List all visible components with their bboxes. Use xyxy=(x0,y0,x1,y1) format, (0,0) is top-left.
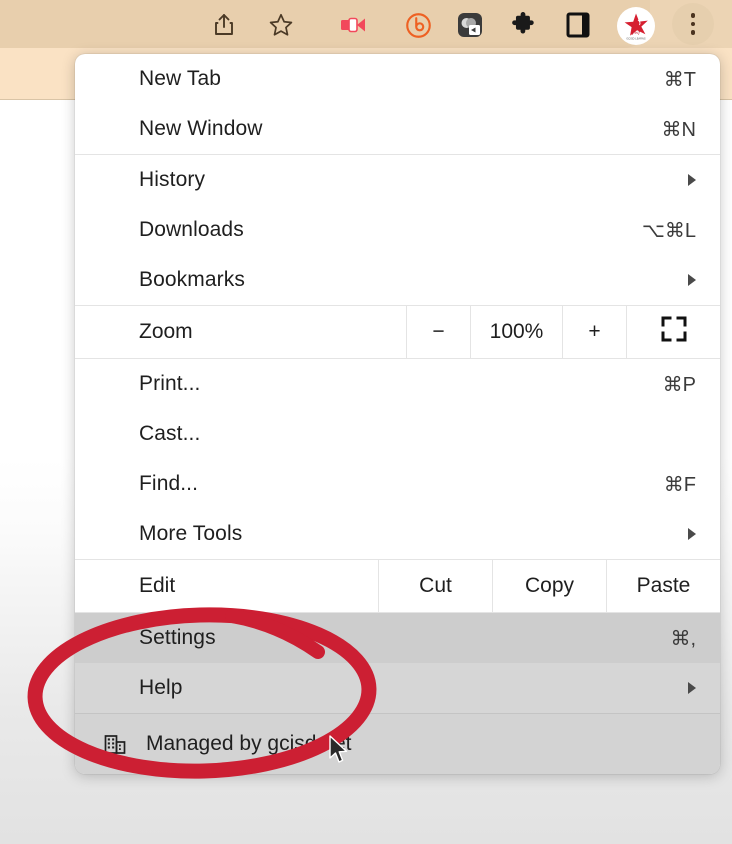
omnibox-pill[interactable] xyxy=(0,0,650,48)
menu-section-browse: History Downloads ⌥⌘L Bookmarks xyxy=(75,154,720,305)
menu-item-label: Bookmarks xyxy=(139,268,245,291)
fullscreen-icon xyxy=(660,315,688,349)
menu-item-bookmarks[interactable]: Bookmarks xyxy=(75,255,720,305)
menu-item-shortcut: ⌘F xyxy=(663,473,696,496)
side-panel-icon[interactable] xyxy=(563,10,593,40)
browser-toolbar: pwf GCISD LEARNS xyxy=(0,0,732,48)
bitly-icon[interactable] xyxy=(403,10,433,40)
menu-item-new-window[interactable]: New Window ⌘N xyxy=(75,104,720,154)
chevron-right-icon xyxy=(688,174,696,186)
zoom-label: Zoom xyxy=(139,320,193,343)
menu-item-label: Cast... xyxy=(139,422,201,445)
bookmark-star-icon[interactable] xyxy=(266,10,296,40)
menu-item-label: New Window xyxy=(139,117,263,140)
menu-item-print[interactable]: Print... ⌘P xyxy=(75,359,720,409)
menu-item-find[interactable]: Find... ⌘F xyxy=(75,459,720,509)
menu-item-more-tools[interactable]: More Tools xyxy=(75,509,720,559)
zoom-in-button[interactable]: + xyxy=(562,306,626,358)
svg-text:GCISD LEARNS: GCISD LEARNS xyxy=(626,37,646,41)
menu-section-zoom: Zoom − 100% + xyxy=(75,305,720,358)
menu-section-edit: Edit Cut Copy Paste xyxy=(75,559,720,612)
chrome-main-menu[interactable]: New Tab ⌘T New Window ⌘N History Downloa… xyxy=(75,54,720,774)
profile-avatar-icon[interactable]: pwf GCISD LEARNS xyxy=(617,7,655,45)
zoom-row: Zoom − 100% + xyxy=(75,306,720,358)
menu-section-new: New Tab ⌘T New Window ⌘N xyxy=(75,54,720,154)
edit-copy-button[interactable]: Copy xyxy=(492,560,606,612)
menu-item-label: More Tools xyxy=(139,522,243,545)
dot-3 xyxy=(690,30,696,35)
menu-item-shortcut: ⌘, xyxy=(670,627,696,650)
menu-item-new-tab[interactable]: New Tab ⌘T xyxy=(75,54,720,104)
dot-2 xyxy=(690,21,696,27)
menu-item-help[interactable]: Help xyxy=(75,663,720,713)
dot-1 xyxy=(690,13,696,18)
screencast-extension-icon[interactable] xyxy=(455,10,485,40)
menu-item-shortcut: ⌥⌘L xyxy=(641,219,696,242)
edit-cut-button[interactable]: Cut xyxy=(378,560,492,612)
screen-recorder-icon[interactable] xyxy=(338,10,368,40)
extensions-puzzle-icon[interactable] xyxy=(508,10,538,40)
edit-paste-button[interactable]: Paste xyxy=(606,560,720,612)
three-dot-menu-icon[interactable] xyxy=(672,3,714,45)
menu-section-tools: Print... ⌘P Cast... Find... ⌘F More Tool… xyxy=(75,358,720,559)
edit-label: Edit xyxy=(139,574,176,597)
edit-row: Edit Cut Copy Paste xyxy=(75,560,720,612)
menu-item-label: Find... xyxy=(139,472,199,495)
menu-item-history[interactable]: History xyxy=(75,155,720,205)
menu-item-cast[interactable]: Cast... xyxy=(75,409,720,459)
svg-text:pwf: pwf xyxy=(631,29,641,36)
fullscreen-button[interactable] xyxy=(626,306,720,358)
menu-item-label: Print... xyxy=(139,372,201,395)
menu-item-label: Help xyxy=(139,676,183,699)
enterprise-building-icon xyxy=(102,731,128,757)
managed-by-label: Managed by gcisd.net xyxy=(146,732,352,755)
menu-item-shortcut: ⌘N xyxy=(661,118,696,141)
menu-item-label: Settings xyxy=(139,626,216,649)
menu-item-settings[interactable]: Settings ⌘, xyxy=(75,613,720,663)
menu-item-shortcut: ⌘T xyxy=(663,68,696,91)
zoom-out-button[interactable]: − xyxy=(406,306,470,358)
chevron-right-icon xyxy=(688,682,696,694)
chevron-right-icon xyxy=(688,274,696,286)
mouse-pointer xyxy=(329,735,348,763)
menu-item-shortcut: ⌘P xyxy=(662,373,696,396)
menu-item-downloads[interactable]: Downloads ⌥⌘L xyxy=(75,205,720,255)
zoom-level-value: 100% xyxy=(470,306,562,358)
share-icon[interactable] xyxy=(209,10,239,40)
managed-by-footer: Managed by gcisd.net xyxy=(75,713,720,774)
menu-section-settings: Settings ⌘, Help xyxy=(75,612,720,713)
menu-item-label: New Tab xyxy=(139,67,222,90)
screenshot-root: pwf GCISD LEARNS New Tab ⌘T New Window ⌘… xyxy=(0,0,732,844)
menu-item-label: History xyxy=(139,168,206,191)
menu-item-label: Downloads xyxy=(139,218,244,241)
chevron-right-icon xyxy=(688,528,696,540)
